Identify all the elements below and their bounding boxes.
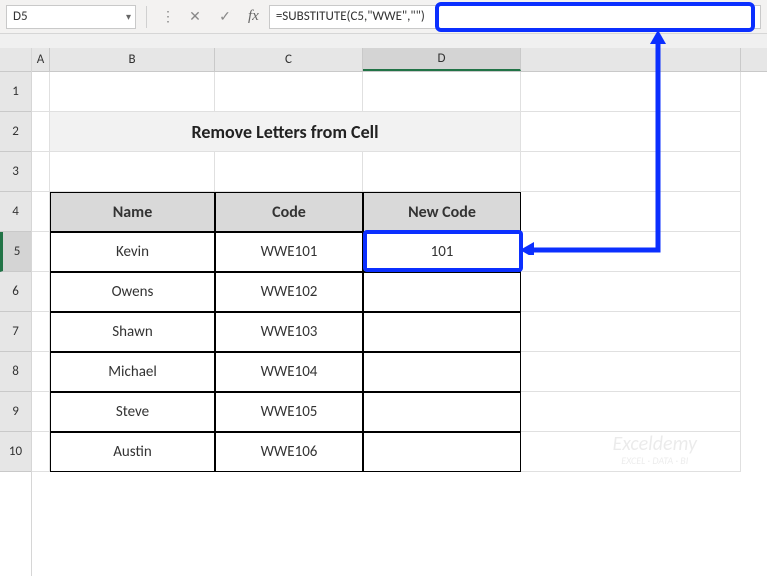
- separator: [146, 6, 147, 28]
- accept-formula-icon[interactable]: ✓: [212, 5, 238, 29]
- formula-bar: D5 ▾ ⋮ ✕ ✓ fx =SUBSTITUTE(C5,"WWE",""): [0, 0, 767, 34]
- col-header-blank[interactable]: [521, 48, 741, 71]
- row-header-10[interactable]: 10: [0, 432, 31, 472]
- row-header-1[interactable]: 1: [0, 72, 31, 112]
- cell-b3[interactable]: [50, 152, 215, 192]
- formula-input[interactable]: =SUBSTITUTE(C5,"WWE",""): [269, 5, 761, 29]
- cell-e3[interactable]: [521, 152, 741, 192]
- row-header-4[interactable]: 4: [0, 192, 31, 232]
- table-row[interactable]: WWE106: [215, 432, 363, 472]
- cell-a3[interactable]: [32, 152, 50, 192]
- cell-a4[interactable]: [32, 192, 50, 232]
- cell-e5[interactable]: [521, 232, 741, 272]
- cell-e6[interactable]: [521, 272, 741, 312]
- cell-e10[interactable]: [521, 432, 741, 472]
- table-row[interactable]: Kevin: [50, 232, 215, 272]
- cell-e8[interactable]: [521, 352, 741, 392]
- title-text: Remove Letters from Cell: [191, 121, 378, 143]
- name-box[interactable]: D5 ▾: [6, 5, 136, 29]
- cell-d5-selected[interactable]: 101: [363, 232, 521, 272]
- sheet-title[interactable]: Remove Letters from Cell: [50, 112, 521, 152]
- cell-e2[interactable]: [521, 112, 741, 152]
- cell-c3[interactable]: [215, 152, 363, 192]
- table-header-code[interactable]: Code: [215, 192, 363, 232]
- table-row[interactable]: WWE104: [215, 352, 363, 392]
- table-row[interactable]: Michael: [50, 352, 215, 392]
- row-header-7[interactable]: 7: [0, 312, 31, 352]
- cell-c1[interactable]: [215, 72, 363, 112]
- row-headers: 1 2 3 4 5 6 7 8 9 10: [0, 48, 32, 576]
- row-header-6[interactable]: 6: [0, 272, 31, 312]
- table-row[interactable]: Austin: [50, 432, 215, 472]
- cell-b1[interactable]: [50, 72, 215, 112]
- cell-d3[interactable]: [363, 152, 521, 192]
- cell-a10[interactable]: [32, 432, 50, 472]
- cell-a2[interactable]: [32, 112, 50, 152]
- row-header-2[interactable]: 2: [0, 112, 31, 152]
- table-row[interactable]: [363, 352, 521, 392]
- spreadsheet-grid: 1 2 3 4 5 6 7 8 9 10 A B C D: [0, 48, 767, 576]
- table-row[interactable]: WWE101: [215, 232, 363, 272]
- cell-e7[interactable]: [521, 312, 741, 352]
- table-row[interactable]: Steve: [50, 392, 215, 432]
- select-all-corner[interactable]: [0, 48, 31, 72]
- formula-text: =SUBSTITUTE(C5,"WWE",""): [276, 9, 425, 24]
- cancel-formula-icon[interactable]: ✕: [182, 5, 208, 29]
- cell-a5[interactable]: [32, 232, 50, 272]
- cell-a9[interactable]: [32, 392, 50, 432]
- table-header-name[interactable]: Name: [50, 192, 215, 232]
- table-row[interactable]: WWE102: [215, 272, 363, 312]
- col-header-b[interactable]: B: [50, 48, 215, 71]
- chevron-down-icon[interactable]: ▾: [126, 10, 131, 23]
- cell-d1[interactable]: [363, 72, 521, 112]
- cell-a1[interactable]: [32, 72, 50, 112]
- col-header-c[interactable]: C: [215, 48, 363, 71]
- table-row[interactable]: [363, 312, 521, 352]
- table-row[interactable]: [363, 432, 521, 472]
- table-row[interactable]: [363, 272, 521, 312]
- row-header-3[interactable]: 3: [0, 152, 31, 192]
- name-box-value: D5: [13, 9, 28, 24]
- table-row[interactable]: [363, 392, 521, 432]
- column-headers: A B C D: [32, 48, 767, 72]
- row-header-8[interactable]: 8: [0, 352, 31, 392]
- cell-a8[interactable]: [32, 352, 50, 392]
- row-header-9[interactable]: 9: [0, 392, 31, 432]
- table-row[interactable]: Shawn: [50, 312, 215, 352]
- cell-e4[interactable]: [521, 192, 741, 232]
- drag-dots-icon: ⋮: [157, 8, 178, 25]
- col-header-a[interactable]: A: [32, 48, 50, 71]
- cell-e1[interactable]: [521, 72, 741, 112]
- cell-a7[interactable]: [32, 312, 50, 352]
- cell-a6[interactable]: [32, 272, 50, 312]
- col-header-d[interactable]: D: [363, 48, 521, 71]
- cells-area: Remove Letters from Cell Name Code New C…: [32, 72, 767, 472]
- cell-e9[interactable]: [521, 392, 741, 432]
- row-header-5[interactable]: 5: [0, 232, 31, 272]
- table-row[interactable]: WWE105: [215, 392, 363, 432]
- table-row[interactable]: Owens: [50, 272, 215, 312]
- table-header-newcode[interactable]: New Code: [363, 192, 521, 232]
- ribbon-gap: [0, 34, 767, 48]
- fx-icon[interactable]: fx: [242, 8, 265, 25]
- table-row[interactable]: WWE103: [215, 312, 363, 352]
